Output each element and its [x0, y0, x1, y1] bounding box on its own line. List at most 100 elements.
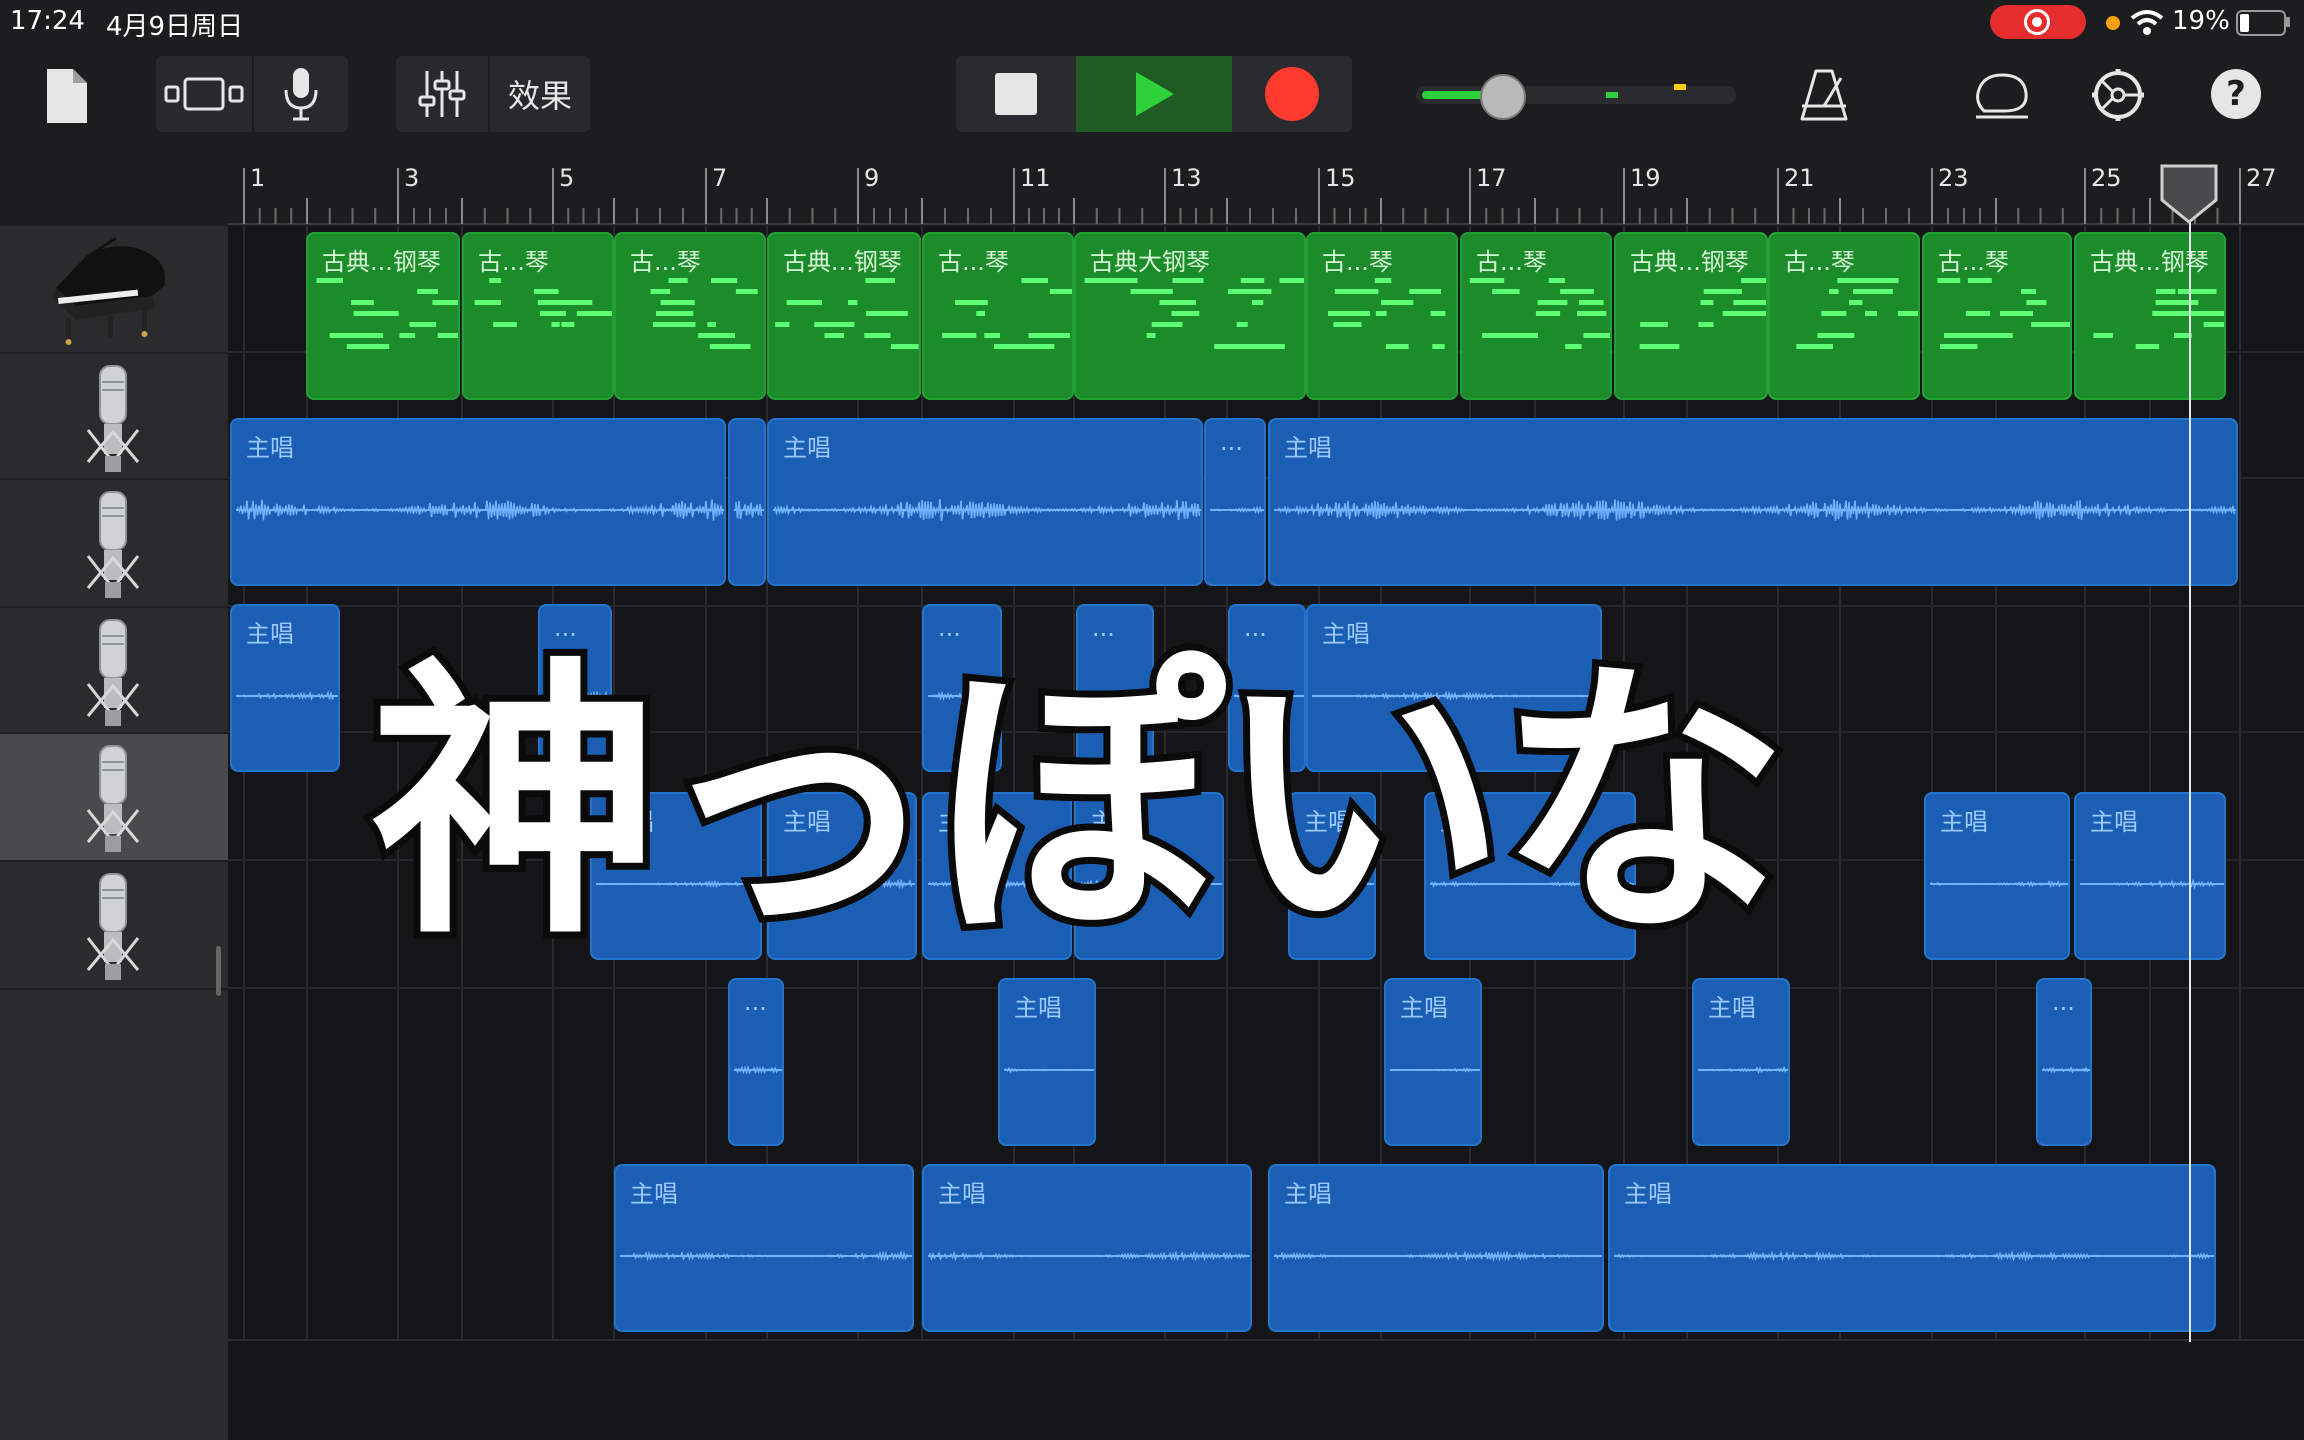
- mixer-button[interactable]: [396, 56, 488, 132]
- volume-thumb[interactable]: [1480, 74, 1526, 120]
- track-header[interactable]: [0, 608, 228, 734]
- my-songs-button[interactable]: [36, 64, 96, 128]
- battery-percent: 19%: [2172, 6, 2230, 36]
- effects-button[interactable]: 效果: [490, 56, 590, 132]
- region-label: 主唱: [1284, 434, 1332, 462]
- playhead-line: [2189, 222, 2191, 1342]
- ruler-bar-label: 11: [1020, 164, 1051, 192]
- track-header[interactable]: [0, 354, 228, 480]
- ruler-bar-label: 13: [1171, 164, 1202, 192]
- loop-browser-button[interactable]: [1972, 64, 2032, 128]
- settings-button[interactable]: [2088, 62, 2148, 128]
- audio-region[interactable]: 主唱: [2074, 792, 2226, 960]
- midi-region[interactable]: 古...琴: [1460, 232, 1612, 400]
- help-icon: ?: [2211, 69, 2261, 119]
- header-resize-handle[interactable]: [216, 946, 221, 996]
- region-label: 古典大钢琴: [1090, 248, 1210, 276]
- audio-region[interactable]: [728, 418, 766, 586]
- audio-region[interactable]: 主唱: [998, 978, 1096, 1146]
- privacy-dot-icon: [2106, 16, 2120, 30]
- level-meter-yellow: [1674, 84, 1686, 90]
- region-label: 主唱: [1624, 1180, 1672, 1208]
- midi-region[interactable]: 古...琴: [922, 232, 1074, 400]
- region-label: ...: [2052, 988, 2075, 1016]
- ruler-bar-label: 5: [559, 164, 575, 192]
- midi-region[interactable]: 古...琴: [614, 232, 766, 400]
- audio-region[interactable]: 主唱: [1384, 978, 1482, 1146]
- midi-region[interactable]: 古...琴: [1922, 232, 2072, 400]
- stop-button[interactable]: [956, 56, 1076, 132]
- waveform: [1614, 1250, 2214, 1262]
- metronome-button[interactable]: [1796, 62, 1852, 128]
- audio-region[interactable]: 主唱: [614, 1164, 914, 1332]
- play-icon: [1136, 72, 1174, 116]
- status-time: 17:24: [10, 6, 85, 36]
- timeline-ruler[interactable]: 1 3 5 7 9 11 13 15 17 19 21 23 25 27: [0, 160, 2304, 226]
- audio-region[interactable]: 主唱: [1268, 1164, 1604, 1332]
- audio-region[interactable]: 主唱: [1268, 418, 2238, 586]
- audio-region[interactable]: 主唱: [1924, 792, 2070, 960]
- microphone-track-icon: [86, 745, 140, 852]
- audio-region[interactable]: 主唱: [767, 418, 1203, 586]
- microphone-button[interactable]: [254, 56, 348, 132]
- ruler-bar-label: 1: [250, 164, 266, 192]
- waveform: [236, 499, 724, 521]
- track-header[interactable]: [0, 862, 228, 990]
- audio-region[interactable]: 主唱: [1608, 1164, 2216, 1332]
- ruler-bar-label: 7: [712, 164, 728, 192]
- level-meter-green: [1606, 92, 1618, 98]
- tracks-view-button[interactable]: [156, 56, 252, 132]
- transport-group: [956, 56, 1352, 132]
- master-volume-slider[interactable]: [1416, 74, 1736, 120]
- region-label: 古...琴: [1322, 248, 1393, 276]
- microphone-track-icon: [86, 365, 140, 472]
- status-date: 4月9日周日: [106, 12, 244, 42]
- region-label: 主唱: [246, 620, 294, 648]
- audio-region[interactable]: ...: [728, 978, 784, 1146]
- track-header[interactable]: [0, 480, 228, 608]
- record-button[interactable]: [1232, 56, 1352, 132]
- stop-icon: [995, 73, 1037, 115]
- region-label: 古...琴: [478, 248, 549, 276]
- track-header[interactable]: [0, 734, 228, 862]
- region-label: 主唱: [938, 1180, 986, 1208]
- midi-region[interactable]: 古典...钢琴: [306, 232, 460, 400]
- microphone-track-icon: [86, 619, 140, 726]
- region-label: 主唱: [1284, 1180, 1332, 1208]
- midi-region[interactable]: 古...琴: [1768, 232, 1920, 400]
- ruler-bar-label: 27: [2246, 164, 2277, 192]
- overlay-caption: 神っぽいな: [363, 636, 1795, 973]
- help-button[interactable]: ?: [2208, 66, 2264, 122]
- audio-region[interactable]: 主唱: [1692, 978, 1790, 1146]
- region-label: 古典...钢琴: [1630, 248, 1749, 276]
- audio-region[interactable]: 主唱: [230, 604, 340, 772]
- playhead-handle[interactable]: [2158, 164, 2220, 224]
- record-icon: [1265, 67, 1319, 121]
- microphone-icon: [284, 68, 318, 121]
- midi-region[interactable]: 古典大钢琴: [1074, 232, 1306, 400]
- midi-region[interactable]: 古典...钢琴: [1614, 232, 1768, 400]
- audio-region[interactable]: ...: [1204, 418, 1266, 586]
- region-label: 古...琴: [630, 248, 701, 276]
- audio-region[interactable]: ...: [2036, 978, 2092, 1146]
- midi-region[interactable]: 古典...钢琴: [767, 232, 921, 400]
- track-header[interactable]: [0, 226, 228, 354]
- screen-recording-indicator[interactable]: [1990, 5, 2086, 39]
- audio-region[interactable]: 主唱: [922, 1164, 1252, 1332]
- midi-region[interactable]: 古...琴: [1306, 232, 1458, 400]
- loop-icon: [1976, 73, 2028, 119]
- region-label: 主唱: [630, 1180, 678, 1208]
- region-label: 主唱: [1400, 994, 1448, 1022]
- region-label: 主唱: [1940, 808, 1988, 836]
- microphone-track-icon: [86, 491, 140, 598]
- track-headers: [0, 226, 228, 1440]
- document-icon: [47, 69, 87, 123]
- region-label: 主唱: [2090, 808, 2138, 836]
- audio-region[interactable]: 主唱: [230, 418, 726, 586]
- play-button[interactable]: [1076, 56, 1232, 132]
- grand-piano-icon: [52, 236, 166, 345]
- region-label: 古...琴: [938, 248, 1009, 276]
- region-label: 古典...钢琴: [2090, 248, 2209, 276]
- midi-region[interactable]: 古典...钢琴: [2074, 232, 2226, 400]
- midi-region[interactable]: 古...琴: [462, 232, 614, 400]
